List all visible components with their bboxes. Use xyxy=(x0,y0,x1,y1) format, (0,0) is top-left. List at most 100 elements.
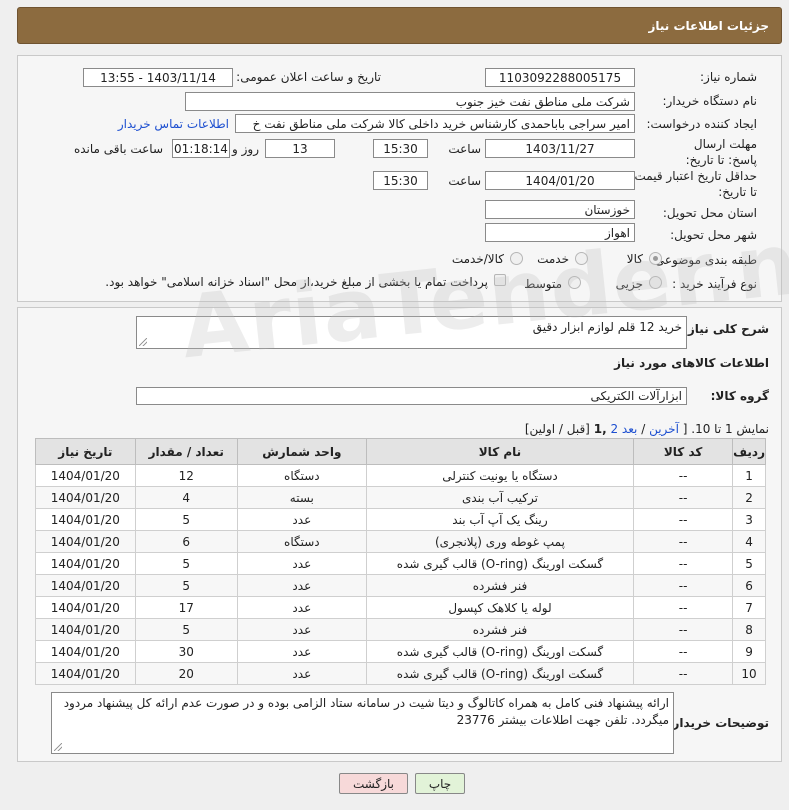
row-number-cell: 10 xyxy=(732,662,766,685)
page-title: جزئیات اطلاعات نیاز xyxy=(648,18,769,33)
days-field: 13 xyxy=(265,139,335,158)
table-row: 9 -- گسکت اورینگ (O-ring) قالب گیری شده عدد… xyxy=(35,640,766,663)
unit-cell: عدد xyxy=(236,640,367,663)
remaining-time-field: 01:18:14 xyxy=(172,139,230,158)
print-button[interactable]: چاپ xyxy=(415,773,465,794)
need-date-cell: 1404/01/20 xyxy=(35,596,136,619)
treasury-payment-note: پرداخت تمام یا بخشی از مبلغ خرید،از محل … xyxy=(105,275,488,289)
goods-code-cell: -- xyxy=(633,464,734,487)
row-number-cell: 6 xyxy=(732,574,766,597)
pager-last-link[interactable]: آخرین xyxy=(649,422,679,436)
process-radio-minor[interactable] xyxy=(649,276,662,289)
col-quantity: تعداد / مقدار xyxy=(134,438,238,465)
city-label: شهر محل تحویل: xyxy=(670,228,757,242)
province-label: استان محل تحویل: xyxy=(662,206,757,220)
goods-code-cell: -- xyxy=(633,552,734,575)
buyer-notes-text: ارائه پیشنهاد فنی کامل به همراه کاتالوگ … xyxy=(63,696,669,727)
goods-name-cell: گسکت اورینگ (O-ring) قالب گیری شده xyxy=(365,640,635,663)
need-date-cell: 1404/01/20 xyxy=(35,552,136,575)
need-date-cell: 1404/01/20 xyxy=(35,464,136,487)
quantity-cell: 30 xyxy=(134,640,238,663)
need-number-label: شماره نیاز: xyxy=(700,70,757,84)
buyer-contact-link[interactable]: اطلاعات تماس خریدار xyxy=(118,117,229,131)
process-option-minor: جزیی xyxy=(615,277,643,291)
table-row: 10 -- گسکت اورینگ (O-ring) قالب گیری شده عد… xyxy=(35,662,766,685)
price-valid-label: حداقل تاریخ اعتبار قیمت: تا تاریخ: xyxy=(630,169,757,199)
need-date-cell: 1404/01/20 xyxy=(35,574,136,597)
category-option-goods: کالا xyxy=(626,252,643,266)
goods-name-cell: گسکت اورینگ (O-ring) قالب گیری شده xyxy=(365,662,635,685)
need-date-cell: 1404/01/20 xyxy=(35,640,136,663)
goods-code-cell: -- xyxy=(633,530,734,553)
table-row: 6 -- فنر فشرده عدد 5 1404/01/20 xyxy=(35,574,766,597)
row-number-cell: 9 xyxy=(732,640,766,663)
unit-cell: عدد xyxy=(236,574,367,597)
goods-name-cell: رینگ یک آپ آب بند xyxy=(365,508,635,531)
goods-table: ردیف کد کالا نام کالا واحد شمارش تعداد /… xyxy=(35,438,766,685)
quantity-cell: 17 xyxy=(134,596,238,619)
pager-next-link[interactable]: بعد xyxy=(622,422,637,436)
resize-grip-icon[interactable] xyxy=(139,338,147,346)
price-valid-date-field: 1404/01/20 xyxy=(485,171,635,190)
goods-group-label: گروه کالا: xyxy=(710,389,769,403)
summary-textarea[interactable]: خرید 12 قلم لوازم ابزار دقیق xyxy=(136,316,687,349)
category-radio-goods[interactable] xyxy=(649,252,662,265)
pager-page2-link[interactable]: 2 xyxy=(610,422,618,436)
city-field: اهواز xyxy=(485,223,635,242)
category-radio-goods-service[interactable] xyxy=(510,252,523,265)
need-date-cell: 1404/01/20 xyxy=(35,530,136,553)
quantity-cell: 5 xyxy=(134,618,238,641)
category-radio-service[interactable] xyxy=(575,252,588,265)
pager: نمایش 1 تا 10. [ آخرین / بعد 2 ,1 [قبل /… xyxy=(525,422,769,436)
deadline-date-field: 1403/11/27 xyxy=(485,139,635,158)
table-row: 1 -- دستگاه یا یونیت کنترلی دستگاه 12 1404/01… xyxy=(35,464,766,487)
price-valid-time-label: ساعت xyxy=(448,174,481,188)
table-row: 8 -- فنر فشرده عدد 5 1404/01/20 xyxy=(35,618,766,641)
category-label: طبقه بندی موضوعی: xyxy=(650,253,757,267)
need-details-panel: شرح کلی نیاز: خرید 12 قلم لوازم ابزار دق… xyxy=(17,307,782,762)
resize-grip-icon[interactable] xyxy=(54,743,62,751)
goods-code-cell: -- xyxy=(633,486,734,509)
process-radio-medium[interactable] xyxy=(568,276,581,289)
need-date-cell: 1404/01/20 xyxy=(35,618,136,641)
goods-name-cell: فنر فشرده xyxy=(365,618,635,641)
buyer-notes-textarea[interactable]: ارائه پیشنهاد فنی کامل به همراه کاتالوگ … xyxy=(51,692,674,754)
back-button[interactable]: بازگشت xyxy=(339,773,408,794)
quantity-cell: 12 xyxy=(134,464,238,487)
unit-cell: عدد xyxy=(236,596,367,619)
unit-cell: عدد xyxy=(236,552,367,575)
goods-code-cell: -- xyxy=(633,640,734,663)
goods-group-field: ابزارآلات الکتریکی xyxy=(136,387,687,405)
province-field: خوزستان xyxy=(485,200,635,219)
quantity-cell: 5 xyxy=(134,552,238,575)
unit-cell: عدد xyxy=(236,662,367,685)
need-date-cell: 1404/01/20 xyxy=(35,662,136,685)
unit-cell: بسته xyxy=(236,486,367,509)
goods-code-cell: -- xyxy=(633,508,734,531)
quantity-cell: 6 xyxy=(134,530,238,553)
table-row: 4 -- پمپ غوطه وری (پلانجری) دستگاه 6 1404/01/… xyxy=(35,530,766,553)
unit-cell: عدد xyxy=(236,618,367,641)
goods-name-cell: لوله یا کلاهک کپسول xyxy=(365,596,635,619)
deadline-label: مهلت ارسال پاسخ: تا تاریخ: xyxy=(685,137,757,167)
buyer-org-field: شرکت ملی مناطق نفت خیز جنوب xyxy=(185,92,635,111)
row-number-cell: 2 xyxy=(732,486,766,509)
pager-current: ,1 xyxy=(593,422,607,436)
quantity-cell: 4 xyxy=(134,486,238,509)
pager-prefix: نمایش 1 تا 10. [ xyxy=(682,422,769,436)
goods-name-cell: دستگاه یا یونیت کنترلی xyxy=(365,464,635,487)
summary-text: خرید 12 قلم لوازم ابزار دقیق xyxy=(532,320,682,334)
unit-cell: دستگاه xyxy=(236,464,367,487)
goods-info-title: اطلاعات کالاهای مورد نیاز xyxy=(614,356,769,370)
unit-cell: عدد xyxy=(236,508,367,531)
treasury-payment-checkbox[interactable] xyxy=(494,274,506,286)
goods-table-header: ردیف کد کالا نام کالا واحد شمارش تعداد /… xyxy=(35,438,766,465)
col-unit: واحد شمارش xyxy=(236,438,367,465)
goods-name-cell: فنر فشرده xyxy=(365,574,635,597)
need-number-field: 1103092288005175 xyxy=(485,68,635,87)
creator-label: ایجاد کننده درخواست: xyxy=(646,117,757,131)
days-label: روز و xyxy=(232,142,259,156)
table-row: 5 -- گسکت اورینگ (O-ring) قالب گیری شده عدد… xyxy=(35,552,766,575)
quantity-cell: 20 xyxy=(134,662,238,685)
deadline-time-field: 15:30 xyxy=(373,139,428,158)
